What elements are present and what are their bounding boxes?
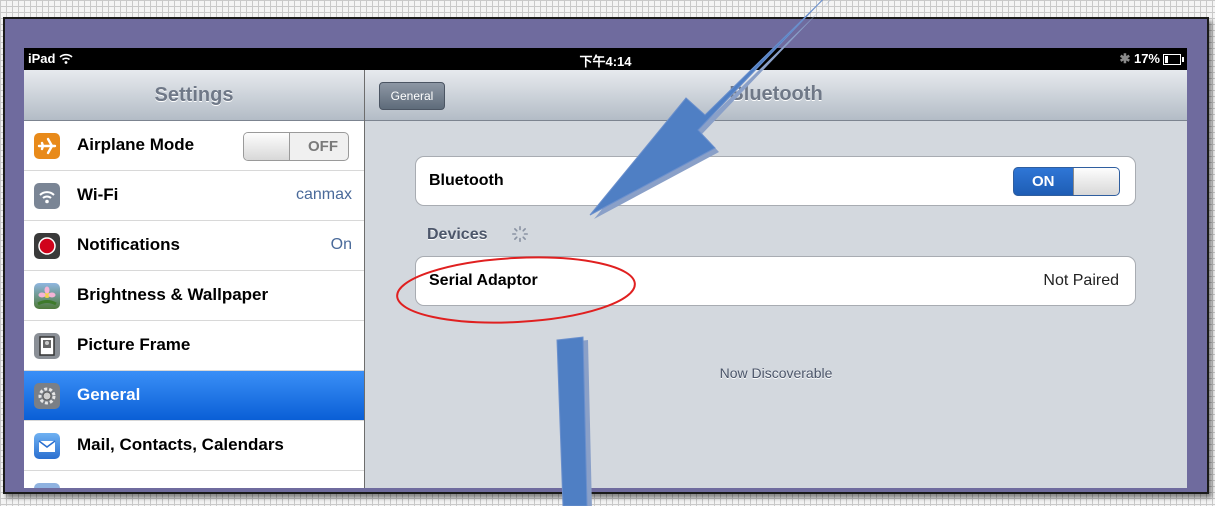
- discoverable-footer: Now Discoverable: [719, 365, 833, 381]
- sidebar-item-label: Picture Frame: [77, 335, 191, 354]
- sidebar-item-airplane-mode[interactable]: Airplane Mode OFF: [24, 121, 364, 171]
- detail-title: Bluetooth: [729, 83, 823, 105]
- sidebar-item-wifi[interactable]: Wi-Fi canmax: [24, 171, 364, 221]
- sidebar-item-value: canmax: [295, 186, 352, 203]
- sidebar-item-label: Brightness & Wallpaper: [77, 285, 269, 304]
- bluetooth-label: Bluetooth: [429, 172, 504, 189]
- mail-icon: [34, 433, 60, 459]
- status-bar: iPad 下午4:14 ✱ 17%: [24, 48, 1187, 70]
- device-name: Serial Adaptor: [429, 272, 538, 289]
- picture-frame-icon: [34, 333, 60, 359]
- battery-icon: [1163, 54, 1184, 66]
- partial-icon: [34, 483, 60, 488]
- sidebar-item-value: On: [330, 236, 352, 253]
- bluetooth-toggle[interactable]: ON: [1013, 167, 1120, 196]
- sidebar-item-label: Wi-Fi: [77, 185, 119, 204]
- flower-icon: [34, 283, 60, 309]
- sidebar-title: Settings: [24, 70, 364, 121]
- sidebar-item-label: General: [77, 385, 141, 404]
- device-row[interactable]: Serial Adaptor Not Paired: [415, 256, 1136, 306]
- sidebar-item-partial[interactable]: [24, 471, 364, 488]
- airplane-mode-toggle[interactable]: OFF: [243, 132, 349, 161]
- sidebar-item-brightness-wallpaper[interactable]: Brightness & Wallpaper: [24, 271, 364, 321]
- bluetooth-detail: General Bluetooth Bluetooth ON Devices S…: [365, 70, 1187, 488]
- ipad-screen: iPad 下午4:14 ✱ 17% Settings Airplane Mode…: [24, 48, 1187, 488]
- gear-icon: [34, 383, 60, 409]
- devices-header: Devices: [427, 226, 488, 243]
- spinner-icon: [511, 225, 529, 243]
- notifications-icon: [34, 233, 60, 259]
- status-time: 下午4:14: [579, 54, 632, 69]
- sidebar-item-label: Airplane Mode: [77, 135, 195, 154]
- bluetooth-row: Bluetooth ON: [415, 156, 1136, 206]
- sidebar-item-mail-contacts-calendars[interactable]: Mail, Contacts, Calendars: [24, 421, 364, 471]
- detail-header: General Bluetooth: [365, 70, 1187, 121]
- bluetooth-status-icon: ✱: [1119, 51, 1131, 66]
- wifi-icon: [34, 183, 60, 209]
- settings-sidebar: Settings Airplane Mode OFF Wi-Fi canmax …: [24, 70, 365, 488]
- device-status: Not Paired: [1043, 272, 1119, 289]
- sidebar-item-picture-frame[interactable]: Picture Frame: [24, 321, 364, 371]
- sidebar-item-label: Mail, Contacts, Calendars: [77, 435, 284, 454]
- toggle-state: OFF: [308, 138, 338, 155]
- airplane-icon: [34, 133, 60, 159]
- sidebar-item-notifications[interactable]: Notifications On: [24, 221, 364, 271]
- sidebar-item-general[interactable]: General: [24, 371, 364, 421]
- status-right: ✱ 17%: [1119, 51, 1184, 67]
- toggle-state: ON: [1032, 173, 1055, 190]
- sidebar-item-label: Notifications: [77, 235, 180, 254]
- battery-percent: 17%: [1133, 51, 1160, 66]
